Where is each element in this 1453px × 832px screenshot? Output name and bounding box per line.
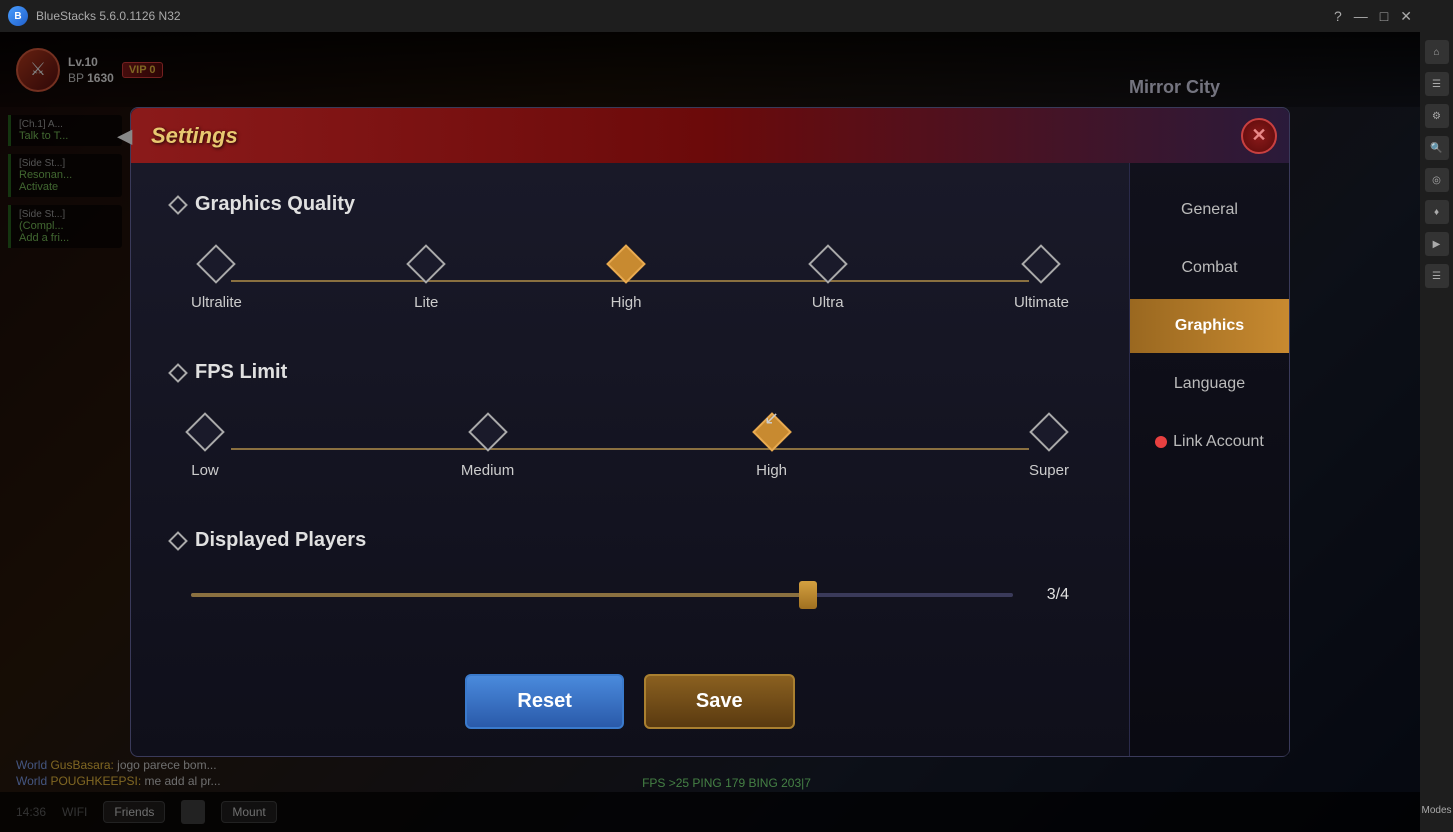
fps-option-super[interactable]: Super (1029, 418, 1069, 479)
quality-label-ultralite: Ultralite (191, 294, 242, 311)
quality-option-ultimate[interactable]: Ultimate (1014, 250, 1069, 311)
link-account-dot (1155, 436, 1167, 448)
restore-button[interactable]: □ (1380, 8, 1388, 25)
settings-nav: General Combat Graphics Language Link Ac… (1129, 163, 1289, 756)
app-title: BlueStacks 5.6.0.1126 N32 (36, 9, 181, 23)
save-button[interactable]: Save (644, 674, 795, 729)
fps-limit-header: FPS Limit (171, 361, 1089, 384)
quality-label-ultra: Ultra (812, 294, 844, 311)
fps-label-super: Super (1029, 462, 1069, 479)
section-diamond-icon (168, 195, 188, 215)
fps-limit-title: FPS Limit (195, 361, 287, 384)
nav-item-graphics[interactable]: Graphics (1130, 299, 1289, 353)
quality-label-high: High (611, 294, 642, 311)
nav-arrow-icon: ◀ (117, 123, 132, 148)
quality-diamond-high (606, 244, 646, 284)
players-slider-value: 3/4 (1029, 586, 1069, 604)
nav-item-general[interactable]: General (1130, 183, 1289, 237)
settings-dialog: ◀ Settings ✕ Graphics Quality Ultralite (130, 107, 1290, 757)
quality-label-lite: Lite (414, 294, 438, 311)
players-slider-track[interactable] (191, 593, 1013, 597)
settings-title: Settings (151, 123, 238, 149)
fps-label-high: High (756, 462, 787, 479)
close-button[interactable]: ✕ (1400, 8, 1412, 25)
sidebar-icon-7[interactable]: ▶ (1425, 232, 1449, 256)
fps-label-low: Low (191, 462, 219, 479)
graphics-quality-header: Graphics Quality (171, 193, 1089, 216)
reset-button[interactable]: Reset (465, 674, 623, 729)
players-slider-thumb[interactable] (799, 581, 817, 609)
sidebar-icon-2[interactable]: ☰ (1425, 72, 1449, 96)
sidebar-icon-8[interactable]: ☰ (1425, 264, 1449, 288)
nav-item-link-account[interactable]: Link Account (1130, 415, 1289, 469)
app-logo: B (8, 6, 28, 26)
window-controls: ? — □ ✕ (1334, 8, 1412, 25)
quality-option-lite[interactable]: Lite (412, 250, 440, 311)
displayed-players-section: Displayed Players 3/4 (171, 529, 1089, 614)
fps-diamond-super (1029, 412, 1069, 452)
sidebar-icon-4[interactable]: 🔍 (1425, 136, 1449, 160)
graphics-quality-title: Graphics Quality (195, 193, 355, 216)
nav-item-combat[interactable]: Combat (1130, 241, 1289, 295)
fps-option-medium[interactable]: Medium (461, 418, 514, 479)
quality-selector: Ultralite Lite High Ultra (171, 240, 1089, 321)
modes-label: Modes (1421, 805, 1451, 832)
fps-option-high[interactable]: ↙ High (756, 418, 787, 479)
sidebar-icon-3[interactable]: ⚙ (1425, 104, 1449, 128)
modal-overlay: ◀ Settings ✕ Graphics Quality Ultralite (0, 32, 1420, 832)
settings-content: Graphics Quality Ultralite Lite High (131, 163, 1129, 756)
sidebar-icon-5[interactable]: ◎ (1425, 168, 1449, 192)
fps-diamond-high (752, 412, 792, 452)
settings-header: ◀ Settings ✕ (131, 108, 1289, 163)
minimize-button[interactable]: — (1354, 8, 1368, 25)
quality-diamond-ultralite (197, 244, 237, 284)
title-bar: B BlueStacks 5.6.0.1126 N32 ? — □ ✕ (0, 0, 1420, 32)
help-button[interactable]: ? (1334, 8, 1342, 25)
players-slider-fill (191, 593, 808, 597)
nav-item-link-account-label: Link Account (1173, 433, 1264, 451)
settings-body: Graphics Quality Ultralite Lite High (131, 163, 1289, 756)
quality-option-high[interactable]: High (611, 250, 642, 311)
fps-option-low[interactable]: Low (191, 418, 219, 479)
quality-diamond-ultimate (1022, 244, 1062, 284)
quality-diamond-ultra (808, 244, 848, 284)
settings-close-button[interactable]: ✕ (1241, 118, 1277, 154)
quality-option-ultralite[interactable]: Ultralite (191, 250, 242, 311)
fps-label-medium: Medium (461, 462, 514, 479)
fps-line (231, 448, 1029, 450)
nav-item-language[interactable]: Language (1130, 357, 1289, 411)
players-header: Displayed Players (171, 529, 1089, 552)
bluestacks-sidebar: ⌂ ☰ ⚙ 🔍 ◎ ♦ ▶ ☰ Modes (1420, 0, 1453, 832)
fps-section-diamond-icon (168, 363, 188, 383)
quality-option-ultra[interactable]: Ultra (812, 250, 844, 311)
quality-diamond-lite (406, 244, 446, 284)
sidebar-icon-6[interactable]: ♦ (1425, 200, 1449, 224)
action-buttons: Reset Save (171, 654, 1089, 749)
players-diamond-icon (168, 531, 188, 551)
quality-label-ultimate: Ultimate (1014, 294, 1069, 311)
fps-diamond-low (185, 412, 225, 452)
fps-diamond-medium (468, 412, 508, 452)
sidebar-icon-1[interactable]: ⌂ (1425, 40, 1449, 64)
fps-limit-section: FPS Limit Low Medium (171, 361, 1089, 489)
players-slider-row: 3/4 (171, 576, 1089, 614)
players-title: Displayed Players (195, 529, 366, 552)
fps-selector: Low Medium ↙ High (171, 408, 1089, 489)
